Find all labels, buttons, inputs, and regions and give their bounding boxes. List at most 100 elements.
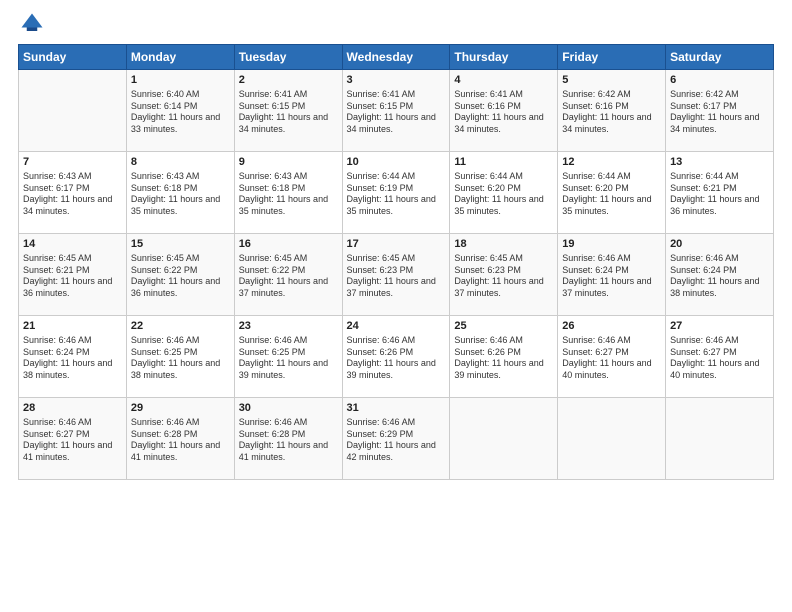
day-number: 6 xyxy=(670,73,769,88)
sunset-text: Sunset: 6:15 PM xyxy=(347,101,446,113)
calendar-cell: 16Sunrise: 6:45 AMSunset: 6:22 PMDayligh… xyxy=(234,234,342,316)
daylight-text: Daylight: 11 hours and 38 minutes. xyxy=(131,358,230,381)
header xyxy=(18,10,774,38)
daylight-text: Daylight: 11 hours and 38 minutes. xyxy=(670,276,769,299)
calendar-cell: 7Sunrise: 6:43 AMSunset: 6:17 PMDaylight… xyxy=(19,152,127,234)
sunrise-text: Sunrise: 6:46 AM xyxy=(239,417,338,429)
sunset-text: Sunset: 6:27 PM xyxy=(23,429,122,441)
calendar-cell: 9Sunrise: 6:43 AMSunset: 6:18 PMDaylight… xyxy=(234,152,342,234)
sunset-text: Sunset: 6:26 PM xyxy=(454,347,553,359)
sunset-text: Sunset: 6:21 PM xyxy=(23,265,122,277)
week-row-3: 14Sunrise: 6:45 AMSunset: 6:21 PMDayligh… xyxy=(19,234,774,316)
day-number: 3 xyxy=(347,73,446,88)
day-number: 17 xyxy=(347,237,446,252)
col-header-monday: Monday xyxy=(126,45,234,70)
sunset-text: Sunset: 6:28 PM xyxy=(131,429,230,441)
daylight-text: Daylight: 11 hours and 35 minutes. xyxy=(562,194,661,217)
calendar-cell: 8Sunrise: 6:43 AMSunset: 6:18 PMDaylight… xyxy=(126,152,234,234)
day-number: 5 xyxy=(562,73,661,88)
calendar-cell: 24Sunrise: 6:46 AMSunset: 6:26 PMDayligh… xyxy=(342,316,450,398)
sunrise-text: Sunrise: 6:40 AM xyxy=(131,89,230,101)
sunrise-text: Sunrise: 6:44 AM xyxy=(562,171,661,183)
daylight-text: Daylight: 11 hours and 34 minutes. xyxy=(23,194,122,217)
sunset-text: Sunset: 6:24 PM xyxy=(23,347,122,359)
calendar-cell xyxy=(558,398,666,480)
sunset-text: Sunset: 6:18 PM xyxy=(239,183,338,195)
calendar-cell: 18Sunrise: 6:45 AMSunset: 6:23 PMDayligh… xyxy=(450,234,558,316)
daylight-text: Daylight: 11 hours and 40 minutes. xyxy=(670,358,769,381)
sunrise-text: Sunrise: 6:44 AM xyxy=(347,171,446,183)
daylight-text: Daylight: 11 hours and 41 minutes. xyxy=(23,440,122,463)
daylight-text: Daylight: 11 hours and 39 minutes. xyxy=(347,358,446,381)
sunrise-text: Sunrise: 6:46 AM xyxy=(239,335,338,347)
daylight-text: Daylight: 11 hours and 41 minutes. xyxy=(131,440,230,463)
col-header-wednesday: Wednesday xyxy=(342,45,450,70)
logo-icon xyxy=(18,10,46,38)
daylight-text: Daylight: 11 hours and 34 minutes. xyxy=(562,112,661,135)
daylight-text: Daylight: 11 hours and 38 minutes. xyxy=(23,358,122,381)
sunset-text: Sunset: 6:25 PM xyxy=(131,347,230,359)
calendar-cell: 1Sunrise: 6:40 AMSunset: 6:14 PMDaylight… xyxy=(126,70,234,152)
calendar-cell xyxy=(19,70,127,152)
calendar-cell: 6Sunrise: 6:42 AMSunset: 6:17 PMDaylight… xyxy=(666,70,774,152)
sunrise-text: Sunrise: 6:42 AM xyxy=(562,89,661,101)
sunrise-text: Sunrise: 6:45 AM xyxy=(131,253,230,265)
sunrise-text: Sunrise: 6:41 AM xyxy=(454,89,553,101)
sunrise-text: Sunrise: 6:43 AM xyxy=(23,171,122,183)
sunrise-text: Sunrise: 6:45 AM xyxy=(454,253,553,265)
header-row: SundayMondayTuesdayWednesdayThursdayFrid… xyxy=(19,45,774,70)
day-number: 18 xyxy=(454,237,553,252)
day-number: 30 xyxy=(239,401,338,416)
day-number: 16 xyxy=(239,237,338,252)
sunset-text: Sunset: 6:22 PM xyxy=(239,265,338,277)
sunrise-text: Sunrise: 6:41 AM xyxy=(347,89,446,101)
daylight-text: Daylight: 11 hours and 41 minutes. xyxy=(239,440,338,463)
sunset-text: Sunset: 6:27 PM xyxy=(670,347,769,359)
sunrise-text: Sunrise: 6:44 AM xyxy=(670,171,769,183)
day-number: 24 xyxy=(347,319,446,334)
calendar-cell: 4Sunrise: 6:41 AMSunset: 6:16 PMDaylight… xyxy=(450,70,558,152)
sunset-text: Sunset: 6:16 PM xyxy=(562,101,661,113)
daylight-text: Daylight: 11 hours and 33 minutes. xyxy=(131,112,230,135)
calendar-cell: 3Sunrise: 6:41 AMSunset: 6:15 PMDaylight… xyxy=(342,70,450,152)
sunset-text: Sunset: 6:21 PM xyxy=(670,183,769,195)
day-number: 14 xyxy=(23,237,122,252)
sunset-text: Sunset: 6:26 PM xyxy=(347,347,446,359)
day-number: 13 xyxy=(670,155,769,170)
daylight-text: Daylight: 11 hours and 35 minutes. xyxy=(347,194,446,217)
sunset-text: Sunset: 6:25 PM xyxy=(239,347,338,359)
sunset-text: Sunset: 6:23 PM xyxy=(347,265,446,277)
week-row-4: 21Sunrise: 6:46 AMSunset: 6:24 PMDayligh… xyxy=(19,316,774,398)
logo xyxy=(18,10,48,38)
daylight-text: Daylight: 11 hours and 36 minutes. xyxy=(670,194,769,217)
calendar-table: SundayMondayTuesdayWednesdayThursdayFrid… xyxy=(18,44,774,480)
day-number: 10 xyxy=(347,155,446,170)
sunrise-text: Sunrise: 6:46 AM xyxy=(23,417,122,429)
col-header-saturday: Saturday xyxy=(666,45,774,70)
calendar-cell xyxy=(666,398,774,480)
calendar-cell: 22Sunrise: 6:46 AMSunset: 6:25 PMDayligh… xyxy=(126,316,234,398)
sunrise-text: Sunrise: 6:45 AM xyxy=(239,253,338,265)
sunset-text: Sunset: 6:15 PM xyxy=(239,101,338,113)
sunrise-text: Sunrise: 6:46 AM xyxy=(454,335,553,347)
daylight-text: Daylight: 11 hours and 35 minutes. xyxy=(454,194,553,217)
sunrise-text: Sunrise: 6:45 AM xyxy=(23,253,122,265)
daylight-text: Daylight: 11 hours and 37 minutes. xyxy=(454,276,553,299)
calendar-cell: 26Sunrise: 6:46 AMSunset: 6:27 PMDayligh… xyxy=(558,316,666,398)
sunset-text: Sunset: 6:17 PM xyxy=(670,101,769,113)
day-number: 22 xyxy=(131,319,230,334)
daylight-text: Daylight: 11 hours and 37 minutes. xyxy=(239,276,338,299)
sunrise-text: Sunrise: 6:46 AM xyxy=(347,417,446,429)
calendar-cell: 2Sunrise: 6:41 AMSunset: 6:15 PMDaylight… xyxy=(234,70,342,152)
sunset-text: Sunset: 6:20 PM xyxy=(562,183,661,195)
day-number: 19 xyxy=(562,237,661,252)
day-number: 29 xyxy=(131,401,230,416)
calendar-cell: 31Sunrise: 6:46 AMSunset: 6:29 PMDayligh… xyxy=(342,398,450,480)
calendar-cell: 14Sunrise: 6:45 AMSunset: 6:21 PMDayligh… xyxy=(19,234,127,316)
calendar-cell: 21Sunrise: 6:46 AMSunset: 6:24 PMDayligh… xyxy=(19,316,127,398)
calendar-cell: 20Sunrise: 6:46 AMSunset: 6:24 PMDayligh… xyxy=(666,234,774,316)
calendar-cell: 13Sunrise: 6:44 AMSunset: 6:21 PMDayligh… xyxy=(666,152,774,234)
daylight-text: Daylight: 11 hours and 35 minutes. xyxy=(131,194,230,217)
col-header-friday: Friday xyxy=(558,45,666,70)
sunrise-text: Sunrise: 6:42 AM xyxy=(670,89,769,101)
